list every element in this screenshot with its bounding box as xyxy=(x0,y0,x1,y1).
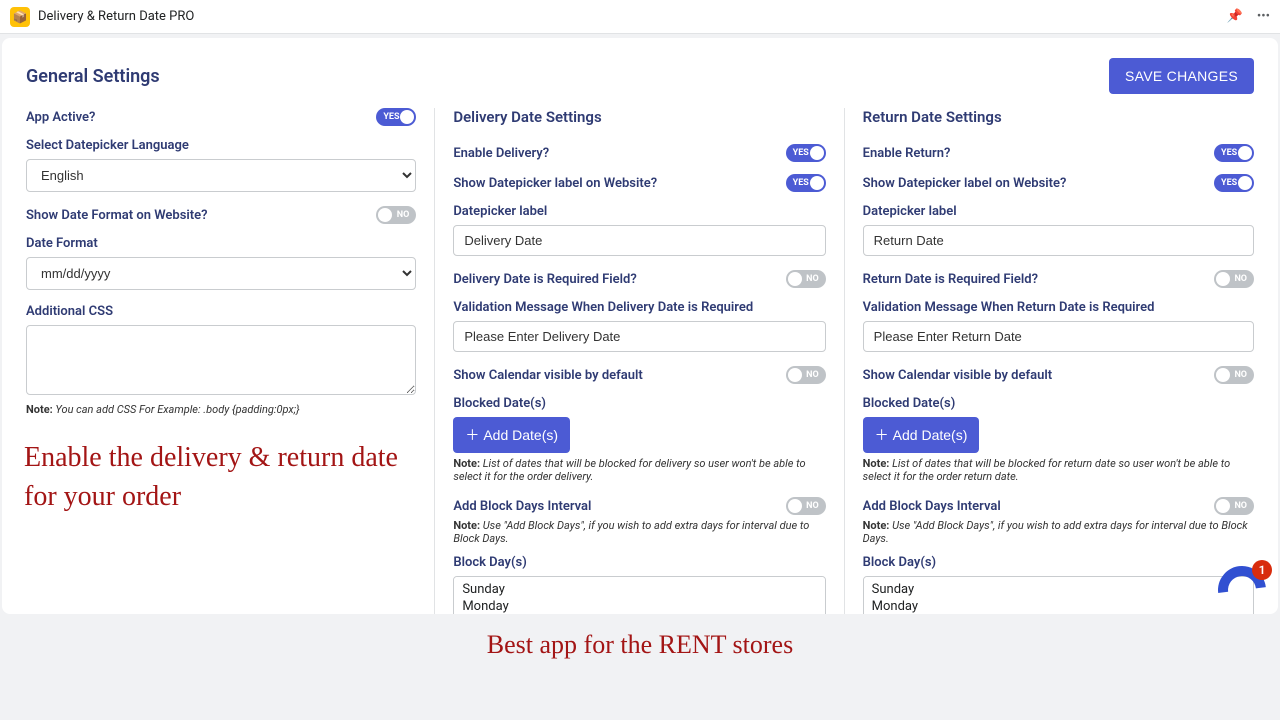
enable-return-label: Enable Return? xyxy=(863,146,951,161)
delivery-settings-column: Delivery Date Settings Enable Delivery? … xyxy=(435,108,844,614)
return-calendar-default-label: Show Calendar visible by default xyxy=(863,368,1052,383)
more-icon[interactable]: ••• xyxy=(1257,9,1270,24)
chat-badge: 1 xyxy=(1252,560,1272,580)
delivery-blocked-label: Blocked Date(s) xyxy=(453,396,825,411)
delivery-calendar-default-toggle[interactable]: NO xyxy=(786,366,826,384)
delivery-calendar-default-label: Show Calendar visible by default xyxy=(453,368,642,383)
pin-icon[interactable]: 📌 xyxy=(1227,9,1243,24)
return-show-label-toggle[interactable]: YES xyxy=(1214,174,1254,192)
return-validation-input[interactable] xyxy=(863,321,1254,352)
show-format-toggle[interactable]: NO xyxy=(376,206,416,224)
delivery-section-title: Delivery Date Settings xyxy=(453,108,825,126)
page-title: General Settings xyxy=(26,66,160,87)
enable-delivery-toggle[interactable]: YES xyxy=(786,144,826,162)
delivery-dplabel-input[interactable] xyxy=(453,225,825,256)
return-required-toggle[interactable]: NO xyxy=(1214,270,1254,288)
general-settings-column: App Active? YES Select Datepicker Langua… xyxy=(26,108,435,614)
app-active-toggle[interactable]: YES xyxy=(376,108,416,126)
additional-css-label: Additional CSS xyxy=(26,304,416,319)
delivery-block-days-label: Block Day(s) xyxy=(453,555,825,570)
delivery-validation-input[interactable] xyxy=(453,321,825,352)
delivery-required-toggle[interactable]: NO xyxy=(786,270,826,288)
delivery-block-days-list[interactable]: Sunday Monday Tuesday Wednesday xyxy=(453,576,825,614)
return-block-interval-label: Add Block Days Interval xyxy=(863,499,1001,514)
date-format-label: Date Format xyxy=(26,236,416,251)
delivery-required-label: Delivery Date is Required Field? xyxy=(453,272,636,287)
promo-text-1: Enable the delivery & return date for yo… xyxy=(24,438,398,516)
delivery-show-label-label: Show Datepicker label on Website? xyxy=(453,176,657,191)
app-title: Delivery & Return Date PRO xyxy=(38,9,194,24)
return-blocked-label: Blocked Date(s) xyxy=(863,396,1254,411)
return-show-label-label: Show Datepicker label on Website? xyxy=(863,176,1067,191)
additional-css-input[interactable] xyxy=(26,325,416,395)
return-validation-label: Validation Message When Return Date is R… xyxy=(863,300,1254,315)
plus-icon: ＋ xyxy=(465,425,479,445)
chat-fab[interactable]: 1 xyxy=(1218,566,1266,614)
promo-text-2: Best app for the RENT stores xyxy=(0,630,1280,660)
topbar: 📦 Delivery & Return Date PRO 📌 ••• xyxy=(0,0,1280,34)
return-settings-column: Return Date Settings Enable Return? YES … xyxy=(845,108,1254,614)
return-block-days-list[interactable]: Sunday Monday Tuesday Wednesday xyxy=(863,576,1254,614)
return-dplabel-label: Datepicker label xyxy=(863,204,1254,219)
return-section-title: Return Date Settings xyxy=(863,108,1254,126)
language-select[interactable]: English xyxy=(26,159,416,192)
delivery-add-dates-button[interactable]: ＋Add Date(s) xyxy=(453,417,570,453)
language-label: Select Datepicker Language xyxy=(26,138,416,153)
delivery-dplabel-label: Datepicker label xyxy=(453,204,825,219)
return-add-dates-button[interactable]: ＋Add Date(s) xyxy=(863,417,980,453)
delivery-block-interval-label: Add Block Days Interval xyxy=(453,499,591,514)
date-format-select[interactable]: mm/dd/yyyy xyxy=(26,257,416,290)
plus-icon: ＋ xyxy=(875,425,889,445)
enable-return-toggle[interactable]: YES xyxy=(1214,144,1254,162)
return-block-days-label: Block Day(s) xyxy=(863,555,1254,570)
return-required-label: Return Date is Required Field? xyxy=(863,272,1038,287)
delivery-show-label-toggle[interactable]: YES xyxy=(786,174,826,192)
return-block-interval-toggle[interactable]: NO xyxy=(1214,497,1254,515)
page-card: General Settings SAVE CHANGES App Active… xyxy=(2,38,1278,614)
delivery-validation-label: Validation Message When Delivery Date is… xyxy=(453,300,825,315)
return-calendar-default-toggle[interactable]: NO xyxy=(1214,366,1254,384)
app-active-label: App Active? xyxy=(26,110,95,125)
app-icon: 📦 xyxy=(10,7,30,27)
show-format-label: Show Date Format on Website? xyxy=(26,208,208,223)
save-button[interactable]: SAVE CHANGES xyxy=(1109,58,1254,94)
delivery-block-interval-toggle[interactable]: NO xyxy=(786,497,826,515)
return-dplabel-input[interactable] xyxy=(863,225,1254,256)
enable-delivery-label: Enable Delivery? xyxy=(453,146,549,161)
